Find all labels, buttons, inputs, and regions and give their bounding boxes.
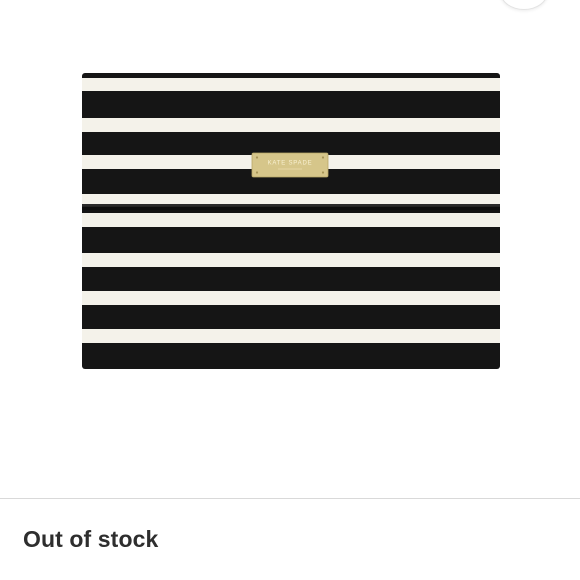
brand-text: KATE SPADE [268, 161, 313, 167]
light-stripe [82, 329, 500, 343]
striped-case [82, 73, 500, 369]
light-stripe [82, 291, 500, 305]
light-stripe [82, 253, 500, 267]
product-image: KATE SPADE [82, 73, 500, 369]
flap-shadow [82, 206, 500, 210]
light-stripe [82, 78, 500, 91]
light-stripe [82, 213, 500, 227]
out-of-stock-label: Out of stock [23, 526, 159, 552]
product-listing-page: KATE SPADE Out of stock [0, 0, 580, 580]
divider [0, 498, 580, 499]
close-button[interactable] [500, 0, 548, 10]
light-stripe [82, 118, 500, 132]
flap-edge [82, 204, 500, 206]
brand-plaque: KATE SPADE [251, 152, 329, 178]
